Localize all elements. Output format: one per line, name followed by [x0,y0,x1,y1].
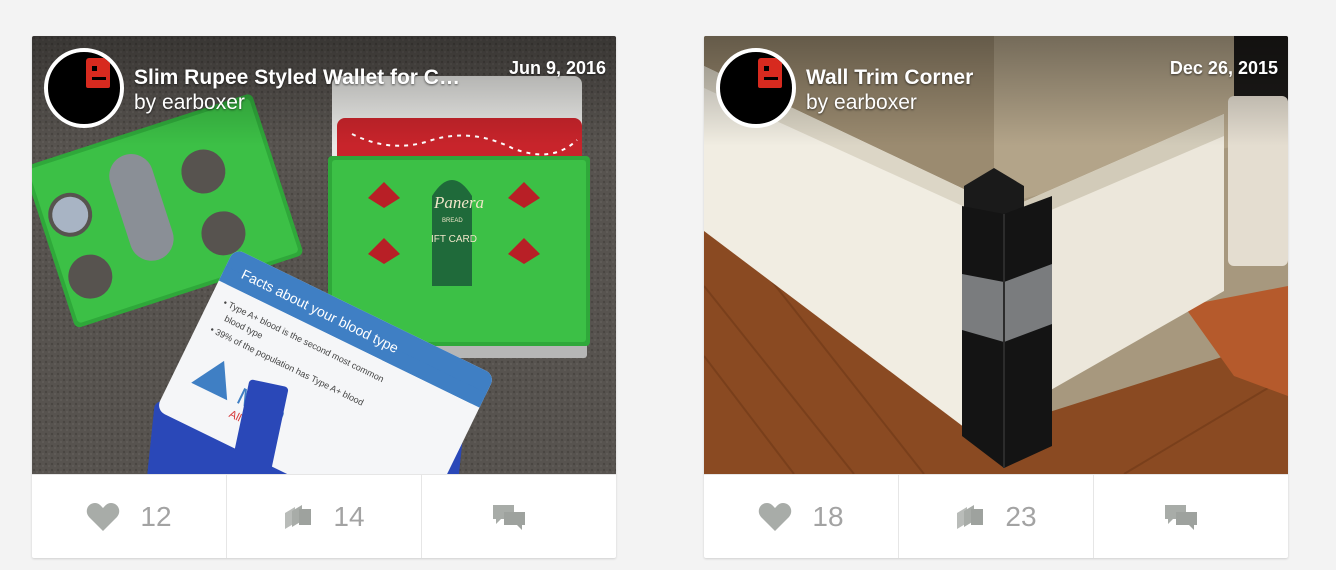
creator-name[interactable]: by earboxer [806,91,917,115]
collection-count: 23 [1005,500,1037,532]
thing-thumbnail[interactable]: Panera BREAD IFT CARD Facts about your b… [32,36,616,474]
thing-title[interactable]: Wall Trim Corner [806,66,1136,90]
gift-card-brand: Panera [433,193,484,212]
collection-stack-icon [957,504,984,529]
like-button[interactable]: 12 [32,475,227,558]
card-stats-bar: 12 14 [32,474,616,558]
collect-button[interactable]: 23 [899,475,1094,558]
like-count: 12 [140,500,172,532]
chat-bubbles-icon [493,504,525,530]
card-stats-bar: 18 23 [704,474,1288,558]
collection-count: 14 [333,500,365,532]
creator-avatar[interactable] [716,48,796,128]
thing-card[interactable]: Panera BREAD IFT CARD Facts about your b… [32,36,616,558]
like-count: 18 [812,500,844,532]
chat-bubbles-icon [1165,504,1197,530]
avatar-logo-icon [86,58,110,88]
avatar-logo-icon [758,58,782,88]
heart-icon [759,502,792,531]
heart-icon [87,502,120,531]
collection-stack-icon [285,504,312,529]
creator-name[interactable]: by earboxer [134,91,245,115]
thing-title[interactable]: Slim Rupee Styled Wallet for Cards [134,66,464,90]
comment-button[interactable] [1094,475,1288,558]
comment-button[interactable] [422,475,616,558]
thing-card[interactable]: Wall Trim Corner by earboxer Dec 26, 201… [704,36,1288,558]
gift-card-sub: BREAD [442,218,463,224]
published-date: Jun 9, 2016 [508,58,606,78]
published-date: Dec 26, 2015 [1169,58,1278,78]
thing-thumbnail[interactable]: Wall Trim Corner by earboxer Dec 26, 201… [704,36,1288,474]
gift-card-label: IFT CARD [431,234,477,245]
collect-button[interactable]: 14 [227,475,422,558]
creator-avatar[interactable] [44,48,124,128]
like-button[interactable]: 18 [704,475,899,558]
